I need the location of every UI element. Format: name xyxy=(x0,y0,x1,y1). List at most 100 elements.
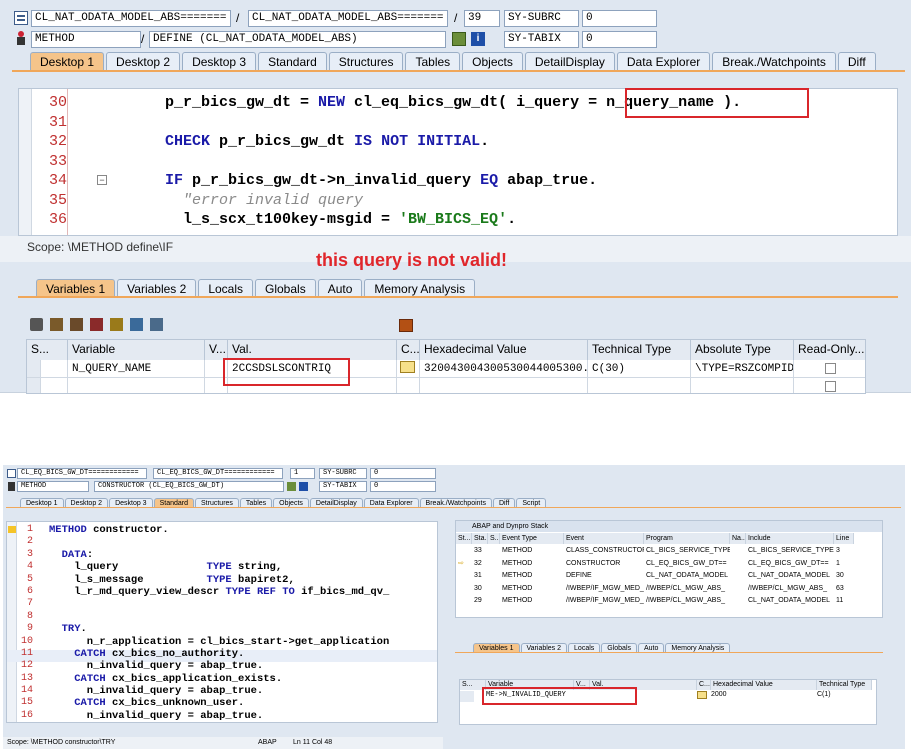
delete-icon[interactable] xyxy=(30,318,43,331)
sysvar-value[interactable]: 0 xyxy=(370,468,436,479)
tab-variables-1[interactable]: Variables 1 xyxy=(473,643,520,652)
tab-tables[interactable]: Tables xyxy=(405,52,461,70)
tab-globals[interactable]: Globals xyxy=(255,279,316,297)
layout-icon[interactable] xyxy=(150,318,163,331)
stack-row[interactable]: 30 METHOD/IWBEP/IF_MGW_MED_L/IWBEP/CL_MGW… xyxy=(456,583,882,596)
tab-break-watchpoints[interactable]: Break./Watchpoints xyxy=(712,52,836,70)
info-icon[interactable] xyxy=(299,482,308,491)
column-header[interactable]: Absolute Type xyxy=(691,340,794,360)
include-field[interactable]: CL_NAT_ODATA_MODEL_ABS======= xyxy=(248,10,448,27)
tab-locals[interactable]: Locals xyxy=(568,643,601,652)
tab-globals[interactable]: Globals xyxy=(601,643,637,652)
column-header[interactable]: Event Type xyxy=(500,533,564,544)
sysvar-value[interactable]: 0 xyxy=(370,481,436,492)
save-icon[interactable] xyxy=(399,319,413,332)
tab-standard[interactable]: Standard xyxy=(153,498,195,507)
column-header[interactable]: Val. xyxy=(228,340,397,360)
event-type-field[interactable]: METHOD xyxy=(17,481,89,492)
column-header[interactable]: Include xyxy=(746,533,834,544)
program-field[interactable]: CL_NAT_ODATA_MODEL_ABS======= xyxy=(31,10,231,27)
tab-detaildisplay[interactable]: DetailDisplay xyxy=(309,498,363,507)
stack-row[interactable]: 31 METHOD DEFINE CL_NAT_ODATA_MODEL CL_NAT_O… xyxy=(456,570,882,583)
tab-auto[interactable]: Auto xyxy=(638,643,665,652)
pencil-icon[interactable] xyxy=(697,691,707,699)
column-header[interactable]: S... xyxy=(27,340,68,360)
table-row[interactable] xyxy=(27,378,865,393)
table-icon[interactable] xyxy=(70,318,83,331)
transfer-icon[interactable] xyxy=(130,318,143,331)
table-icon[interactable] xyxy=(90,318,103,331)
stack-row[interactable]: 29 METHOD/IWBEP/IF_MGW_MED_L/IWBEP/CL_MGW… xyxy=(456,595,882,608)
column-header[interactable]: Technical Type xyxy=(817,680,872,690)
pencil-icon[interactable] xyxy=(400,361,415,373)
tab-variables-2[interactable]: Variables 2 xyxy=(520,643,568,652)
column-header[interactable]: St... xyxy=(456,533,472,544)
column-header[interactable]: Variable xyxy=(68,340,205,360)
tab-variables-2[interactable]: Variables 2 xyxy=(117,279,197,297)
tab-desktop-2[interactable]: Desktop 2 xyxy=(106,52,181,70)
tab-desktop-1[interactable]: Desktop 1 xyxy=(20,498,64,507)
tab-break-watchpoints[interactable]: Break./Watchpoints xyxy=(419,498,492,507)
include-field[interactable]: CL_EQ_BICS_GW_DT============ xyxy=(153,468,283,479)
tab-auto[interactable]: Auto xyxy=(317,279,363,297)
tab-tables[interactable]: Tables xyxy=(239,498,273,507)
tab-detaildisplay[interactable]: DetailDisplay xyxy=(524,52,615,70)
stack-row[interactable]: 33 METHOD CLASS_CONSTRUCTOR CL_BICS_SERVICE… xyxy=(456,545,882,558)
tab-desktop-3[interactable]: Desktop 3 xyxy=(182,52,257,70)
collapse-icon[interactable]: − xyxy=(97,175,107,185)
display-icon[interactable] xyxy=(287,482,296,491)
code-editor[interactable]: 1 METHOD constructor. 2 3 DATA: 4 l_query TY… xyxy=(6,521,438,723)
event-field[interactable]: DEFINE (CL_NAT_ODATA_MODEL_ABS) xyxy=(149,31,446,48)
table-row[interactable]: N_QUERY_NAME 2CCSDSLSCONTRIQ 32004300430… xyxy=(27,360,865,378)
stack-row[interactable]: ⇨ 32 METHOD CONSTRUCTOR CL_EQ_BICS_GW_DT== CL… xyxy=(456,558,882,571)
tab-desktop-2[interactable]: Desktop 2 xyxy=(64,498,109,507)
sysvar-field[interactable]: SY-SUBRC xyxy=(319,468,367,479)
display-icon[interactable] xyxy=(452,32,466,46)
readonly-checkbox[interactable] xyxy=(824,363,836,374)
column-header[interactable]: C... xyxy=(697,680,711,690)
event-type-field[interactable]: METHOD xyxy=(31,31,141,48)
info-icon[interactable]: i xyxy=(471,32,485,46)
sysvar-value[interactable]: 0 xyxy=(582,10,657,27)
tab-objects[interactable]: Objects xyxy=(273,498,309,507)
tab-data-explorer[interactable]: Data Explorer xyxy=(616,52,711,70)
tab-desktop-3[interactable]: Desktop 3 xyxy=(109,498,153,507)
table-icon[interactable] xyxy=(50,318,63,331)
tab-locals[interactable]: Locals xyxy=(198,279,253,297)
tab-variables-1[interactable]: Variables 1 xyxy=(36,279,116,297)
column-header[interactable]: V... xyxy=(205,340,228,360)
sysvar-field[interactable]: SY-TABIX xyxy=(504,31,579,48)
column-header[interactable]: Hexadecimal Value xyxy=(711,680,817,690)
tab-objects[interactable]: Objects xyxy=(462,52,523,70)
tab-structures[interactable]: Structures xyxy=(195,498,239,507)
tab-memory-analysis[interactable]: Memory Analysis xyxy=(665,643,731,652)
column-header[interactable]: Line xyxy=(834,533,854,544)
column-header[interactable]: Technical Type xyxy=(588,340,691,360)
column-header[interactable]: S... xyxy=(488,533,500,544)
sysvar-field[interactable]: SY-SUBRC xyxy=(504,10,579,27)
readonly-checkbox[interactable] xyxy=(824,381,836,392)
tab-script[interactable]: Script xyxy=(516,498,547,507)
tab-diff[interactable]: Diff xyxy=(492,498,516,507)
program-field[interactable]: CL_EQ_BICS_GW_DT============ xyxy=(17,468,147,479)
line-field[interactable]: 1 xyxy=(290,468,315,479)
column-header[interactable]: Sta... xyxy=(472,533,488,544)
sysvar-field[interactable]: SY-TABIX xyxy=(319,481,367,492)
column-header[interactable]: Read-Only... xyxy=(794,340,865,360)
tab-data-explorer[interactable]: Data Explorer xyxy=(363,498,419,507)
tab-desktop-1[interactable]: Desktop 1 xyxy=(30,52,105,70)
event-field[interactable]: CONSTRUCTOR (CL_EQ_BICS_GW_DT) xyxy=(94,481,284,492)
line-field[interactable]: 39 xyxy=(464,10,500,27)
tab-memory-analysis[interactable]: Memory Analysis xyxy=(364,279,476,297)
tab-standard[interactable]: Standard xyxy=(258,52,327,70)
column-header[interactable]: Hexadecimal Value xyxy=(420,340,588,360)
column-header[interactable]: Program xyxy=(644,533,730,544)
tab-diff[interactable]: Diff xyxy=(837,52,876,70)
column-header[interactable]: Na... xyxy=(730,533,746,544)
tab-structures[interactable]: Structures xyxy=(328,52,404,70)
sysvar-value[interactable]: 0 xyxy=(582,31,657,48)
variable-name[interactable]: N_QUERY_NAME xyxy=(68,360,205,378)
column-header[interactable]: C... xyxy=(397,340,420,360)
column-header[interactable]: Event xyxy=(564,533,644,544)
hierarchy-icon[interactable] xyxy=(110,318,123,331)
